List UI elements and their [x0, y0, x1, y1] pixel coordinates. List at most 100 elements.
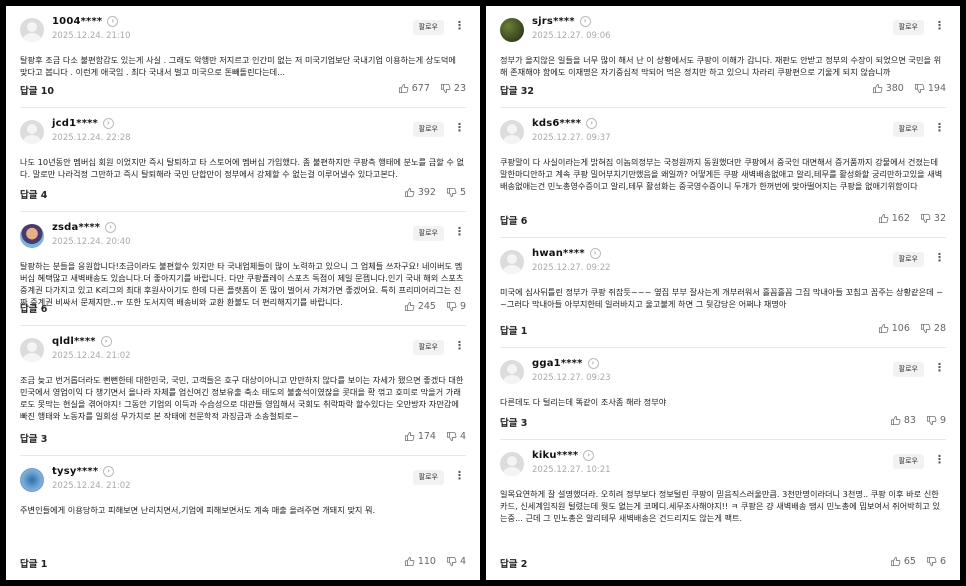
thumbs-up-icon [878, 213, 889, 224]
comment-footer: 답글 6 245 9 [20, 301, 466, 315]
chevron-right-icon[interactable]: › [107, 16, 119, 27]
avatar[interactable] [20, 120, 44, 144]
follow-button[interactable]: 팔로우 [892, 20, 924, 35]
avatar[interactable] [500, 360, 524, 384]
reply-count-button[interactable]: 답글 32 [500, 83, 534, 97]
more-options-icon[interactable]: ⋮ [934, 360, 945, 376]
dislike-button[interactable]: 4 [446, 556, 466, 567]
like-button[interactable]: 174 [404, 431, 436, 442]
comment-text: 조금 늦고 번거롭더라도 뻔뻔한테 대한민국, 국민, 고객들은 호구 대상이아… [20, 375, 464, 421]
avatar[interactable] [20, 224, 44, 248]
like-count: 245 [417, 301, 436, 312]
like-count: 65 [903, 556, 916, 567]
username[interactable]: qldl**** › [52, 336, 112, 347]
avatar[interactable] [20, 468, 44, 492]
reply-count-button[interactable]: 답글 3 [20, 431, 47, 445]
follow-button[interactable]: 팔로우 [412, 226, 444, 241]
chevron-right-icon[interactable]: › [589, 248, 601, 259]
comment-header: zsda**** › 2025.12.24. 20:40 팔로우 ⋮ [20, 222, 466, 254]
follow-button[interactable]: 팔로우 [412, 470, 444, 485]
chevron-right-icon[interactable]: › [103, 466, 115, 477]
like-count: 174 [417, 431, 436, 442]
dislike-button[interactable]: 6 [926, 556, 946, 567]
more-options-icon[interactable]: ⋮ [934, 452, 945, 468]
comment-footer: 답글 32 380 194 [500, 83, 946, 97]
dislike-button[interactable]: 9 [926, 415, 946, 426]
reply-count-button[interactable]: 답글 4 [20, 187, 47, 201]
dislike-button[interactable]: 194 [914, 83, 946, 94]
comment-header: tysy**** › 2025.12.24. 21:02 팔로우 ⋮ [20, 466, 466, 498]
like-button[interactable]: 245 [404, 301, 436, 312]
username[interactable]: tysy**** › [52, 466, 115, 477]
dislike-button[interactable]: 28 [920, 323, 946, 334]
more-options-icon[interactable]: ⋮ [454, 468, 465, 484]
username[interactable]: 1004**** › [52, 16, 119, 27]
more-options-icon[interactable]: ⋮ [454, 18, 465, 34]
avatar[interactable] [500, 18, 524, 42]
follow-button[interactable]: 팔로우 [412, 122, 444, 137]
like-button[interactable]: 65 [890, 556, 916, 567]
username[interactable]: zsda**** › [52, 222, 117, 233]
more-options-icon[interactable]: ⋮ [934, 18, 945, 34]
chevron-right-icon[interactable]: › [103, 118, 114, 129]
chevron-right-icon[interactable]: › [100, 336, 112, 347]
dislike-button[interactable]: 5 [446, 187, 466, 198]
follow-button[interactable]: 팔로우 [412, 20, 444, 35]
like-button[interactable]: 162 [878, 213, 910, 224]
chevron-right-icon[interactable]: › [587, 358, 599, 369]
reply-count-button[interactable]: 답글 10 [20, 83, 54, 97]
chevron-right-icon[interactable]: › [583, 450, 595, 461]
dislike-count: 194 [927, 83, 946, 94]
thumbs-down-icon [914, 83, 925, 94]
avatar[interactable] [20, 338, 44, 362]
avatar[interactable] [500, 250, 524, 274]
follow-button[interactable]: 팔로우 [892, 252, 924, 267]
follow-button[interactable]: 팔로우 [892, 454, 924, 469]
username[interactable]: hwan**** › [532, 248, 601, 259]
dislike-button[interactable]: 23 [440, 83, 466, 94]
more-options-icon[interactable]: ⋮ [934, 120, 945, 136]
more-options-icon[interactable]: ⋮ [934, 250, 945, 266]
username[interactable]: gga1**** › [532, 358, 599, 369]
reply-count-button[interactable]: 답글 2 [500, 556, 527, 570]
comment-text: 다른데도 다 털리는데 똑같이 조사좀 해라 정부야 [500, 397, 667, 407]
like-button[interactable]: 392 [404, 187, 436, 198]
reply-count-button[interactable]: 답글 6 [500, 213, 527, 227]
like-button[interactable]: 110 [404, 556, 436, 567]
username[interactable]: kds6**** › [532, 118, 598, 129]
like-count: 110 [417, 556, 436, 567]
dislike-button[interactable]: 4 [446, 431, 466, 442]
avatar[interactable] [500, 120, 524, 144]
thumbs-up-icon [404, 301, 415, 312]
reply-count-button[interactable]: 답글 1 [500, 323, 527, 337]
more-options-icon[interactable]: ⋮ [454, 224, 465, 240]
chevron-right-icon[interactable]: › [105, 222, 117, 233]
reply-count-button[interactable]: 답글 3 [500, 415, 527, 429]
avatar[interactable] [20, 18, 44, 42]
username[interactable]: sjrs**** › [532, 16, 591, 27]
like-button[interactable]: 677 [398, 83, 430, 94]
username[interactable]: jcd1**** › [52, 118, 114, 129]
follow-button[interactable]: 팔로우 [892, 122, 924, 137]
comment-column-right[interactable]: sjrs**** › 2025.12.27. 09:06 팔로우 ⋮ 정부가 올지… [486, 6, 960, 580]
comment-date: 2025.12.24. 22:28 [52, 133, 131, 143]
dislike-button[interactable]: 9 [446, 301, 466, 312]
chevron-right-icon[interactable]: › [586, 118, 598, 129]
follow-button[interactable]: 팔로우 [892, 362, 924, 377]
chevron-right-icon[interactable]: › [579, 16, 591, 27]
follow-button[interactable]: 팔로우 [412, 340, 444, 355]
avatar[interactable] [500, 452, 524, 476]
like-button[interactable]: 83 [890, 415, 916, 426]
username[interactable]: kiku**** › [532, 450, 595, 461]
reply-count-button[interactable]: 답글 1 [20, 556, 47, 570]
more-options-icon[interactable]: ⋮ [454, 120, 465, 136]
comment-column-left[interactable]: 1004**** › 2025.12.24. 21:10 팔로우 ⋮ 탈팡후 조금… [6, 6, 480, 580]
like-button[interactable]: 380 [872, 83, 904, 94]
dislike-count: 6 [939, 556, 946, 567]
like-button[interactable]: 106 [878, 323, 910, 334]
reply-count-button[interactable]: 답글 6 [20, 301, 47, 315]
dislike-button[interactable]: 32 [920, 213, 946, 224]
dislike-count: 4 [459, 431, 466, 442]
dislike-count: 32 [933, 213, 946, 224]
more-options-icon[interactable]: ⋮ [454, 338, 465, 354]
